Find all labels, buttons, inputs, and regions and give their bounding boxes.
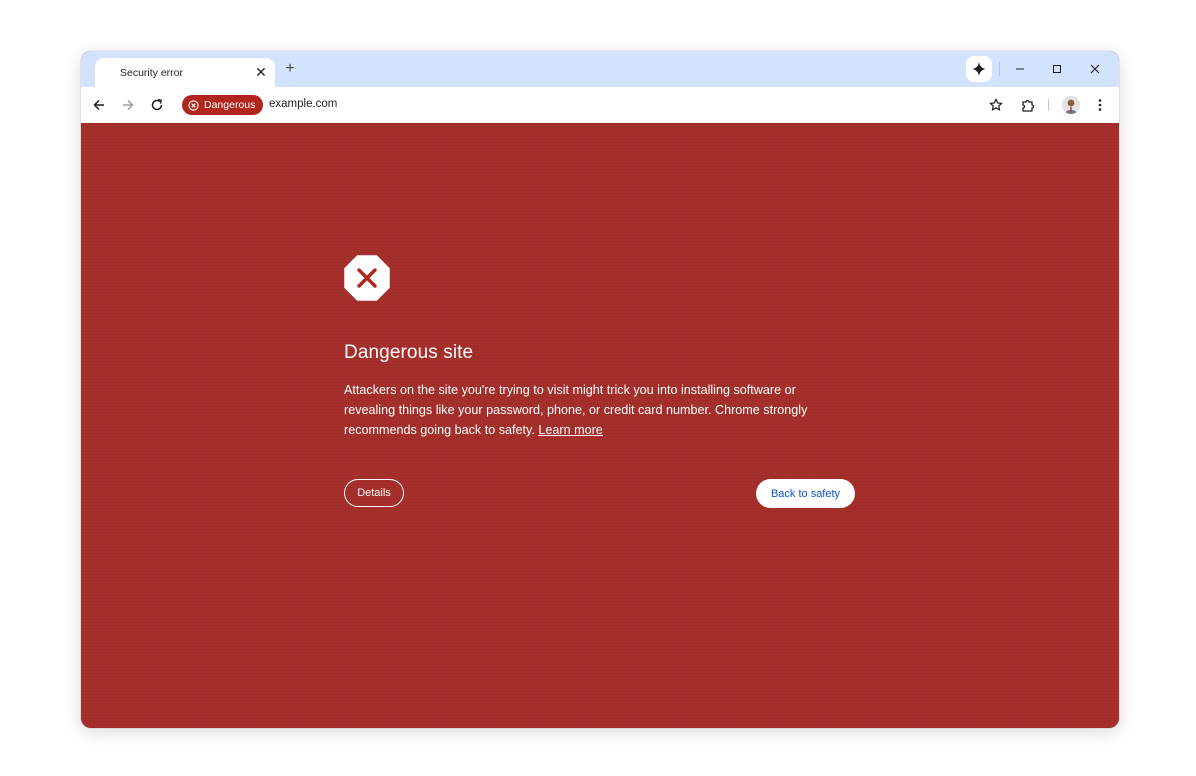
arrow-right-icon [123, 99, 134, 111]
sparkle-icon [972, 62, 986, 76]
tab-security-error[interactable]: Security error ✕ [95, 58, 275, 87]
avatar-image [1062, 96, 1080, 114]
close-window-button[interactable] [1085, 59, 1105, 79]
reload-button[interactable] [147, 95, 167, 115]
extensions-button[interactable] [1018, 95, 1038, 115]
maximize-icon [1053, 65, 1061, 73]
forward-button[interactable] [118, 95, 138, 115]
error-circle-icon [188, 99, 199, 111]
address-bar[interactable]: Dangerous example.com [179, 91, 1006, 119]
close-icon[interactable]: ✕ [253, 64, 269, 80]
minimize-icon [1016, 68, 1024, 70]
profile-avatar[interactable] [1062, 96, 1080, 114]
divider [1048, 99, 1049, 111]
tab-title: Security error [120, 67, 184, 79]
back-to-safety-button[interactable]: Back to safety [756, 479, 855, 508]
menu-button[interactable] [1093, 95, 1107, 115]
details-button[interactable]: Details [344, 479, 404, 507]
learn-more-link[interactable]: Learn more [538, 423, 602, 437]
stop-octagon-icon [344, 255, 390, 301]
gemini-button[interactable] [966, 56, 992, 82]
tab-strip: Security error ✕ + [81, 51, 1119, 87]
browser-window: Security error ✕ + Dangerous example.com… [81, 51, 1119, 728]
reload-icon [151, 98, 163, 111]
maximize-button[interactable] [1047, 59, 1067, 79]
security-status-chip[interactable]: Dangerous [182, 95, 264, 115]
url-text[interactable]: example.com [269, 98, 337, 110]
minimize-button[interactable] [1010, 59, 1030, 79]
interstitial-page: Dangerous site Attackers on the site you… [81, 123, 1119, 728]
page-title: Dangerous site [344, 342, 474, 363]
arrow-left-icon [93, 99, 104, 111]
toolbar: Dangerous example.com [81, 87, 1119, 123]
security-status-label: Dangerous [204, 99, 256, 111]
puzzle-icon [1021, 99, 1034, 112]
bookmark-button[interactable] [986, 95, 1006, 115]
more-vert-icon [1098, 99, 1102, 111]
star-icon [989, 98, 1003, 111]
back-button[interactable] [89, 95, 109, 115]
close-icon [1090, 64, 1100, 74]
divider [999, 62, 1000, 76]
warning-description: Attackers on the site you're trying to v… [344, 380, 844, 440]
new-tab-button[interactable]: + [281, 60, 299, 78]
